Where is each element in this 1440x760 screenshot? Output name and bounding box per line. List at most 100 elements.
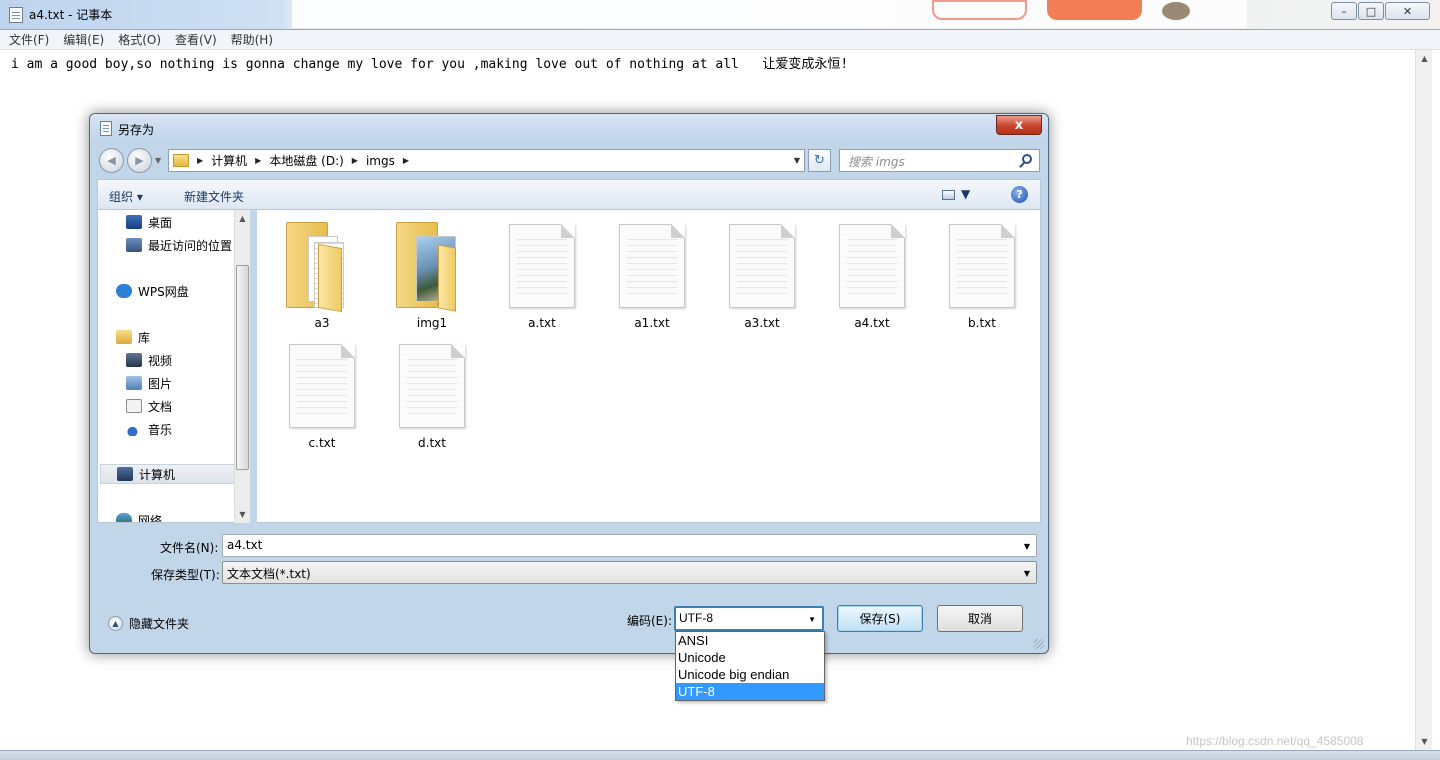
- file-item-d-txt[interactable]: d.txt: [382, 330, 482, 450]
- nav-item-recent-places[interactable]: 最近访问的位置: [126, 235, 246, 255]
- save-as-dialog: 另存为 x ◀ ▶ ▼ ▶ 计算机 ▶ 本地磁盘 (D:) ▶ imgs ▶ ▼…: [89, 113, 1049, 654]
- nav-item-label: 视频: [148, 353, 173, 368]
- scroll-down-arrow-icon[interactable]: ▼: [1416, 733, 1433, 750]
- scroll-up-arrow-icon[interactable]: ▲: [1416, 50, 1433, 67]
- help-icon[interactable]: ?: [1011, 186, 1028, 203]
- nav-item-pictures[interactable]: 图片: [126, 373, 246, 393]
- hide-folders-button[interactable]: ▲ 隐藏文件夹: [108, 615, 189, 632]
- encoding-option-unicode[interactable]: Unicode: [676, 649, 824, 666]
- nav-item-network[interactable]: 网络: [116, 510, 246, 522]
- folder-item-img1[interactable]: img1: [382, 210, 482, 330]
- breadcrumb-chevron-icon[interactable]: ▶: [197, 156, 203, 165]
- new-folder-button[interactable]: 新建文件夹: [184, 188, 244, 205]
- menubar: 文件(F) 编辑(E) 格式(O) 查看(V) 帮助(H): [0, 30, 1440, 50]
- filetype-dropdown-icon[interactable]: ▼: [1024, 569, 1030, 578]
- folder-item-a3[interactable]: a3: [272, 210, 372, 330]
- file-name: a1.txt: [634, 316, 670, 330]
- background-pill: [1047, 0, 1142, 20]
- navigation-pane: 桌面 最近访问的位置 WPS网盘 库 视频 图片 文档 音乐 计算机 网络: [97, 210, 246, 523]
- scrollbar-thumb[interactable]: [236, 265, 249, 470]
- search-input[interactable]: 搜索 imgs: [839, 149, 1040, 172]
- address-bar[interactable]: ▶ 计算机 ▶ 本地磁盘 (D:) ▶ imgs ▶ ▼: [168, 149, 805, 172]
- file-item-b-txt[interactable]: b.txt: [932, 210, 1032, 330]
- nav-item-wps-drive[interactable]: WPS网盘: [116, 281, 246, 301]
- background-pill: [932, 0, 1027, 20]
- address-dropdown-icon[interactable]: ▼: [794, 156, 800, 165]
- menu-format[interactable]: 格式(O): [118, 31, 161, 48]
- nav-item-music[interactable]: 音乐: [126, 419, 246, 439]
- folder-icon: [396, 222, 468, 312]
- file-item-a4-txt[interactable]: a4.txt: [822, 210, 922, 330]
- filetype-select[interactable]: 文本文档(*.txt) ▼: [222, 561, 1037, 584]
- dialog-notepad-icon: [100, 121, 112, 136]
- forward-arrow-icon[interactable]: ▶: [127, 148, 152, 173]
- editor-scrollbar[interactable]: ▲ ▼: [1415, 50, 1432, 750]
- menu-help[interactable]: 帮助(H): [231, 31, 273, 48]
- nav-item-label: WPS网盘: [138, 284, 189, 299]
- video-icon: [126, 353, 142, 367]
- resize-grip[interactable]: [1034, 639, 1044, 649]
- text-document-icon: [509, 224, 575, 308]
- breadcrumb-chevron-icon[interactable]: ▶: [255, 156, 261, 165]
- nav-item-desktop[interactable]: 桌面: [126, 212, 246, 232]
- view-icon: [942, 189, 955, 200]
- menu-edit[interactable]: 编辑(E): [63, 31, 104, 48]
- maximize-button[interactable]: □: [1358, 2, 1384, 20]
- window-bottom-frame: [0, 750, 1440, 760]
- recent-places-icon: [126, 238, 142, 252]
- nav-item-label: 文档: [148, 399, 173, 414]
- save-button[interactable]: 保存(S): [837, 605, 923, 632]
- notepad-titlebar: a4.txt - 记事本 – □ ✕: [0, 0, 1440, 30]
- nav-item-library[interactable]: 库: [116, 327, 246, 347]
- dialog-titlebar: 另存为 x: [90, 114, 1048, 142]
- minimize-button[interactable]: –: [1331, 2, 1357, 20]
- organize-button[interactable]: 组织 ▾: [109, 188, 143, 205]
- filename-input[interactable]: a4.txt ▼: [222, 534, 1037, 557]
- navigation-scrollbar[interactable]: ▲ ▼: [234, 210, 250, 523]
- file-item-a1-txt[interactable]: a1.txt: [602, 210, 702, 330]
- nav-item-computer[interactable]: 计算机: [100, 464, 236, 484]
- encoding-option-unicode-big-endian[interactable]: Unicode big endian: [676, 666, 824, 683]
- file-item-a3-txt[interactable]: a3.txt: [712, 210, 812, 330]
- file-item-a-txt[interactable]: a.txt: [492, 210, 592, 330]
- back-arrow-icon[interactable]: ◀: [99, 148, 124, 173]
- scroll-up-arrow-icon[interactable]: ▲: [235, 210, 250, 227]
- hide-folders-label: 隐藏文件夹: [129, 617, 190, 631]
- dialog-close-button[interactable]: x: [996, 115, 1042, 135]
- breadcrumb-chevron-icon[interactable]: ▶: [403, 156, 409, 165]
- chevron-up-icon: ▲: [108, 616, 123, 631]
- file-item-c-txt[interactable]: c.txt: [272, 330, 372, 450]
- encoding-select[interactable]: UTF-8 ▼: [674, 606, 824, 631]
- folder-icon: [286, 222, 358, 313]
- encoding-dropdown-icon[interactable]: ▼: [808, 615, 816, 624]
- desktop-icon: [126, 215, 142, 229]
- breadcrumb-chevron-icon[interactable]: ▶: [352, 156, 358, 165]
- change-view-button[interactable]: ▼: [942, 187, 970, 201]
- nav-item-documents[interactable]: 文档: [126, 396, 246, 416]
- recent-pages-chevron-icon[interactable]: ▼: [155, 156, 161, 165]
- search-icon[interactable]: [1022, 154, 1032, 164]
- breadcrumb-computer[interactable]: 计算机: [211, 152, 247, 169]
- breadcrumb-imgs[interactable]: imgs: [366, 154, 395, 168]
- encoding-label: 编码(E):: [627, 614, 672, 628]
- encoding-option-ansi[interactable]: ANSI: [676, 632, 824, 649]
- scroll-down-arrow-icon[interactable]: ▼: [235, 506, 250, 523]
- filetype-value: 文本文档(*.txt): [227, 567, 311, 581]
- close-button[interactable]: ✕: [1385, 2, 1430, 20]
- menu-view[interactable]: 查看(V): [175, 31, 217, 48]
- nav-item-label: 库: [138, 330, 151, 345]
- folder-front: [318, 243, 342, 313]
- library-icon: [116, 330, 132, 344]
- file-name: a4.txt: [854, 316, 890, 330]
- dialog-toolbar: 组织 ▾ 新建文件夹 ▼ ?: [97, 179, 1041, 210]
- filename-dropdown-icon[interactable]: ▼: [1024, 542, 1030, 551]
- breadcrumb-local-disk[interactable]: 本地磁盘 (D:): [269, 152, 343, 169]
- cancel-button[interactable]: 取消: [937, 605, 1023, 632]
- pictures-icon: [126, 376, 142, 390]
- encoding-option-utf8[interactable]: UTF-8: [676, 683, 824, 700]
- refresh-icon[interactable]: ↻: [808, 149, 831, 172]
- filename-value: a4.txt: [227, 538, 263, 552]
- nav-item-video[interactable]: 视频: [126, 350, 246, 370]
- menu-file[interactable]: 文件(F): [9, 31, 49, 48]
- encoding-dropdown-list: ANSI Unicode Unicode big endian UTF-8: [675, 631, 825, 701]
